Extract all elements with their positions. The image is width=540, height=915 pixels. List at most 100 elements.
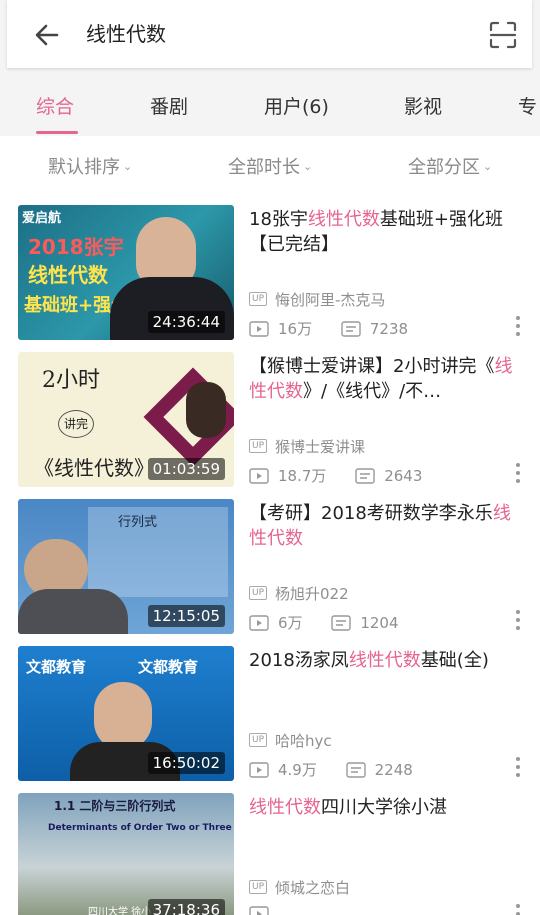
blackboard bbox=[88, 507, 228, 597]
danmaku-count: 1204 bbox=[360, 613, 399, 632]
thumbnail-text: 讲完 bbox=[58, 410, 94, 438]
chevron-down-icon: ⌄ bbox=[123, 160, 133, 173]
video-stats: 4.9万 2248 bbox=[249, 759, 437, 781]
sort-filter-label: 默认排序 bbox=[48, 157, 120, 178]
video-duration: 24:36:44 bbox=[147, 311, 225, 333]
video-stats: 16万 7238 bbox=[249, 318, 432, 340]
uploader-name: 猴博士爱讲课 bbox=[275, 438, 366, 456]
more-options-icon[interactable] bbox=[514, 609, 522, 631]
view-count: 4.9万 bbox=[278, 761, 317, 779]
video-title[interactable]: 线性代数四川大学徐小湛 bbox=[249, 795, 521, 820]
search-header: 线性代数 bbox=[0, 0, 540, 76]
play-count-icon bbox=[249, 761, 269, 778]
thumbnail-logo: 爱启航 bbox=[22, 211, 62, 226]
uploader-row[interactable]: UP 猴博士爱讲课 bbox=[249, 436, 365, 456]
video-thumbnail[interactable]: 2小时 讲完 《线性代数》 01:03:59 bbox=[18, 352, 234, 487]
video-duration: 16:50:02 bbox=[147, 752, 225, 774]
video-item[interactable]: 1.1 二阶与三阶行列式 Determinants of Order Two o… bbox=[0, 786, 540, 915]
danmaku-count-icon bbox=[345, 761, 366, 778]
monkey-figure bbox=[186, 382, 226, 438]
tab-special[interactable]: 专 bbox=[518, 94, 537, 120]
up-badge-icon: UP bbox=[249, 879, 268, 894]
uploader-row[interactable]: UP 悔创阿里-杰克马 bbox=[249, 289, 385, 309]
thumbnail-logo: 文都教育 bbox=[26, 658, 87, 676]
danmaku-count: 7238 bbox=[369, 319, 409, 338]
tab-anime[interactable]: 番剧 bbox=[150, 94, 188, 120]
video-stats: 6万 1204 bbox=[249, 612, 423, 634]
zone-filter[interactable]: 全部分区 ⌄ bbox=[408, 156, 492, 182]
video-title[interactable]: 18张宇线性代数基础班+强化班【已完结】 bbox=[249, 207, 521, 257]
danmaku-count: 2643 bbox=[384, 466, 423, 485]
thumbnail-text: 2018张宇 bbox=[28, 235, 124, 259]
more-options-icon[interactable] bbox=[514, 903, 522, 915]
uploader-row[interactable]: UP 倾城之恋白 bbox=[249, 877, 350, 897]
video-thumbnail[interactable]: 行列式 12:15:05 bbox=[18, 499, 234, 634]
danmaku-count-icon bbox=[341, 320, 361, 337]
lecturer-figure bbox=[94, 682, 152, 750]
video-duration: 37:18:36 bbox=[147, 899, 225, 915]
result-list: 爱启航 2018张宇 线性代数 基础班+强化班 24:36:44 18张宇线性代… bbox=[0, 198, 540, 915]
tab-all[interactable]: 综合 bbox=[36, 94, 74, 120]
tab-users[interactable]: 用户(6) bbox=[264, 94, 329, 120]
video-stats bbox=[249, 906, 302, 915]
play-count-icon bbox=[249, 906, 269, 915]
more-options-icon[interactable] bbox=[514, 462, 522, 484]
search-bar: 线性代数 bbox=[7, 0, 532, 68]
result-tabs: 综合 番剧 用户(6) 影视 专 bbox=[0, 76, 540, 136]
thumbnail-text: 2小时 bbox=[42, 368, 100, 393]
thumbnail-text: 1.1 二阶与三阶行列式 bbox=[54, 799, 176, 813]
view-count: 6万 bbox=[278, 614, 303, 632]
active-tab-indicator bbox=[36, 131, 78, 134]
chevron-down-icon: ⌄ bbox=[483, 160, 493, 173]
uploader-name: 哈哈hyc bbox=[275, 732, 332, 750]
video-title[interactable]: 2018汤家凤线性代数基础(全) bbox=[249, 648, 521, 673]
play-count-icon bbox=[249, 614, 269, 631]
video-stats: 18.7万 2643 bbox=[249, 465, 446, 487]
thumbnail-text: Determinants of Order Two or Three bbox=[48, 823, 232, 833]
duration-filter[interactable]: 全部时长 ⌄ bbox=[228, 156, 312, 182]
thumbnail-text: 四川大学 徐小 bbox=[88, 907, 152, 915]
back-arrow-icon[interactable] bbox=[31, 19, 63, 51]
sort-filter[interactable]: 默认排序 ⌄ bbox=[48, 156, 132, 182]
video-thumbnail[interactable]: 爱启航 2018张宇 线性代数 基础班+强化班 24:36:44 bbox=[18, 205, 234, 340]
video-item[interactable]: 爱启航 2018张宇 线性代数 基础班+强化班 24:36:44 18张宇线性代… bbox=[0, 198, 540, 345]
tab-film[interactable]: 影视 bbox=[404, 94, 442, 120]
more-options-icon[interactable] bbox=[514, 315, 522, 337]
duration-filter-label: 全部时长 bbox=[228, 157, 300, 178]
uploader-name: 杨旭升022 bbox=[275, 585, 349, 603]
up-badge-icon: UP bbox=[249, 291, 268, 306]
thumbnail-logo: 文都教育 bbox=[138, 658, 199, 676]
uploader-row[interactable]: UP 杨旭升022 bbox=[249, 583, 349, 603]
danmaku-count-icon bbox=[331, 614, 352, 631]
play-count-icon bbox=[249, 320, 269, 337]
danmaku-count-icon bbox=[355, 467, 375, 484]
scan-icon[interactable] bbox=[487, 19, 519, 51]
uploader-name: 悔创阿里-杰克马 bbox=[275, 291, 386, 309]
video-item[interactable]: 2小时 讲完 《线性代数》 01:03:59 【猴博士爱讲课】2小时讲完《线性代… bbox=[0, 345, 540, 492]
more-options-icon[interactable] bbox=[514, 756, 522, 778]
up-badge-icon: UP bbox=[249, 438, 268, 453]
search-query-field[interactable]: 线性代数 bbox=[86, 18, 166, 50]
thumbnail-text: 《线性代数》 bbox=[34, 456, 154, 480]
filter-bar: 默认排序 ⌄ 全部时长 ⌄ 全部分区 ⌄ bbox=[0, 136, 540, 198]
video-title[interactable]: 【考研】2018考研数学李永乐线性代数 bbox=[249, 501, 521, 551]
video-duration: 12:15:05 bbox=[147, 605, 225, 627]
uploader-name: 倾城之恋白 bbox=[275, 879, 351, 897]
video-item[interactable]: 文都教育 文都教育 16:50:02 2018汤家凤线性代数基础(全) UP 哈哈… bbox=[0, 639, 540, 786]
video-duration: 01:03:59 bbox=[147, 458, 225, 480]
zone-filter-label: 全部分区 bbox=[408, 157, 480, 178]
play-count-icon bbox=[249, 467, 269, 484]
video-item[interactable]: 行列式 12:15:05 【考研】2018考研数学李永乐线性代数 UP 杨旭升02… bbox=[0, 492, 540, 639]
up-badge-icon: UP bbox=[249, 585, 268, 600]
video-thumbnail[interactable]: 文都教育 文都教育 16:50:02 bbox=[18, 646, 234, 781]
view-count: 18.7万 bbox=[278, 467, 327, 485]
thumbnail-text: 线性代数 bbox=[28, 263, 108, 287]
view-count: 16万 bbox=[278, 320, 313, 338]
uploader-row[interactable]: UP 哈哈hyc bbox=[249, 730, 332, 750]
video-title[interactable]: 【猴博士爱讲课】2小时讲完《线性代数》/《线代》/不… bbox=[249, 354, 521, 404]
chevron-down-icon: ⌄ bbox=[303, 160, 313, 173]
video-thumbnail[interactable]: 1.1 二阶与三阶行列式 Determinants of Order Two o… bbox=[18, 793, 234, 915]
thumbnail-text: 行列式 bbox=[118, 515, 158, 530]
lecturer-body bbox=[18, 589, 128, 634]
danmaku-count: 2248 bbox=[374, 760, 413, 779]
